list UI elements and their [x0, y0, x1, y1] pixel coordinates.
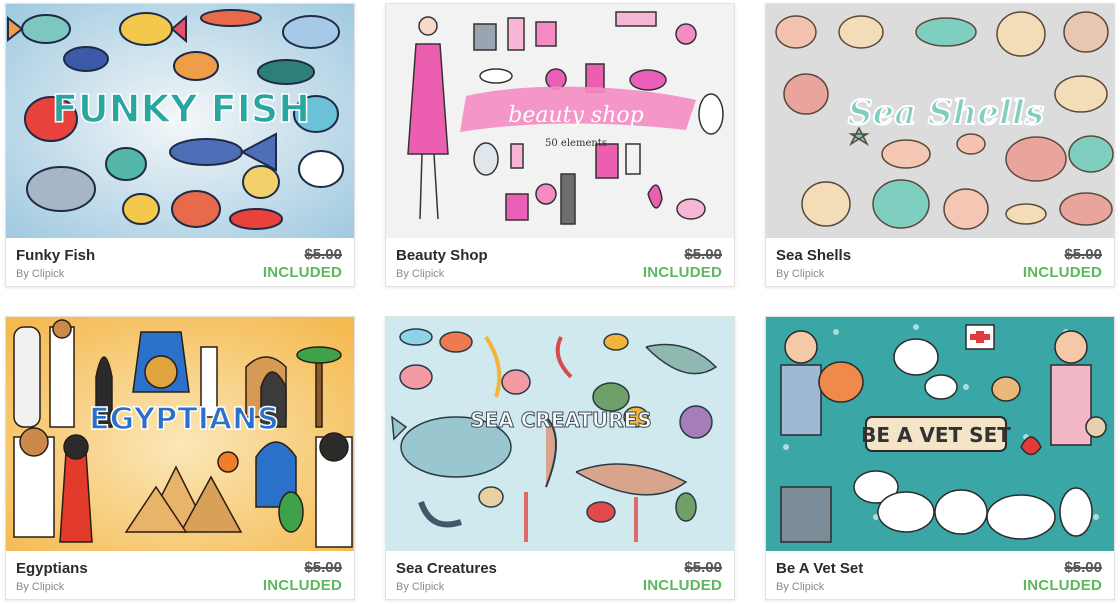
- product-info: Funky Fish By Clipick $5.00 INCLUDED: [6, 238, 354, 286]
- product-thumbnail[interactable]: BE A VET SET: [766, 317, 1114, 551]
- product-old-price: $5.00: [684, 559, 722, 576]
- product-name[interactable]: Be A Vet Set: [776, 560, 863, 577]
- thumbnail-title: beauty shop: [508, 103, 643, 128]
- product-card-egyptians[interactable]: EGYPTIANS Egyptians By Clipick $5.00 INC…: [5, 316, 355, 600]
- included-badge: INCLUDED: [642, 577, 722, 594]
- product-old-price: $5.00: [304, 559, 342, 576]
- product-author[interactable]: By Clipick: [16, 268, 64, 280]
- product-thumbnail[interactable]: beauty shop 50 elements: [386, 4, 734, 238]
- product-old-price: $5.00: [684, 246, 722, 263]
- product-thumbnail[interactable]: Sea Shells: [766, 4, 1114, 238]
- product-name[interactable]: Funky Fish: [16, 247, 95, 264]
- product-info: Beauty Shop By Clipick $5.00 INCLUDED: [386, 238, 734, 286]
- product-author[interactable]: By Clipick: [776, 581, 824, 593]
- sea-shells-artwork: Sea Shells: [766, 4, 1114, 238]
- product-info: Sea Creatures By Clipick $5.00 INCLUDED: [386, 551, 734, 599]
- included-badge: INCLUDED: [642, 264, 722, 281]
- thumbnail-subtitle: 50 elements: [545, 138, 607, 149]
- product-author[interactable]: By Clipick: [776, 268, 824, 280]
- product-grid: FUNKY FISH Funky Fish By Clipick $5.00 I…: [0, 0, 1120, 604]
- product-thumbnail[interactable]: EGYPTIANS: [6, 317, 354, 551]
- product-old-price: $5.00: [1064, 559, 1102, 576]
- product-card-be-a-vet-set[interactable]: BE A VET SET Be A Vet Set By Clipick $5.…: [765, 316, 1115, 600]
- product-info: Be A Vet Set By Clipick $5.00 INCLUDED: [766, 551, 1114, 599]
- included-badge: INCLUDED: [1022, 577, 1102, 594]
- funky-fish-artwork: FUNKY FISH: [6, 4, 354, 238]
- product-thumbnail[interactable]: SEA CREATURES: [386, 317, 734, 551]
- product-info: Egyptians By Clipick $5.00 INCLUDED: [6, 551, 354, 599]
- included-badge: INCLUDED: [262, 577, 342, 594]
- product-thumbnail[interactable]: FUNKY FISH: [6, 4, 354, 238]
- included-badge: INCLUDED: [262, 264, 342, 281]
- product-author[interactable]: By Clipick: [16, 581, 64, 593]
- thumbnail-title: SEA CREATURES: [470, 408, 652, 432]
- thumbnail-title: EGYPTIANS: [89, 402, 279, 437]
- thumbnail-title: BE A VET SET: [861, 423, 1011, 447]
- included-badge: INCLUDED: [1022, 264, 1102, 281]
- product-info: Sea Shells By Clipick $5.00 INCLUDED: [766, 238, 1114, 286]
- product-old-price: $5.00: [1064, 246, 1102, 263]
- sea-creatures-artwork: SEA CREATURES: [386, 317, 734, 551]
- beauty-shop-artwork: beauty shop 50 elements: [386, 4, 734, 238]
- product-card-sea-shells[interactable]: Sea Shells Sea Shells By Clipick $5.00 I…: [765, 3, 1115, 287]
- product-author[interactable]: By Clipick: [396, 581, 444, 593]
- product-name[interactable]: Sea Shells: [776, 247, 851, 264]
- vet-set-artwork: BE A VET SET: [766, 317, 1114, 551]
- thumbnail-title: Sea Shells: [848, 93, 1044, 133]
- product-card-funky-fish[interactable]: FUNKY FISH Funky Fish By Clipick $5.00 I…: [5, 3, 355, 287]
- product-name[interactable]: Egyptians: [16, 560, 88, 577]
- product-name[interactable]: Beauty Shop: [396, 247, 488, 264]
- product-card-sea-creatures[interactable]: SEA CREATURES Sea Creatures By Clipick $…: [385, 316, 735, 600]
- product-author[interactable]: By Clipick: [396, 268, 444, 280]
- egyptians-artwork: EGYPTIANS: [6, 317, 354, 551]
- product-name[interactable]: Sea Creatures: [396, 560, 497, 577]
- product-card-beauty-shop[interactable]: beauty shop 50 elements Beauty Shop By C…: [385, 3, 735, 287]
- product-old-price: $5.00: [304, 246, 342, 263]
- thumbnail-title: FUNKY FISH: [52, 87, 310, 131]
